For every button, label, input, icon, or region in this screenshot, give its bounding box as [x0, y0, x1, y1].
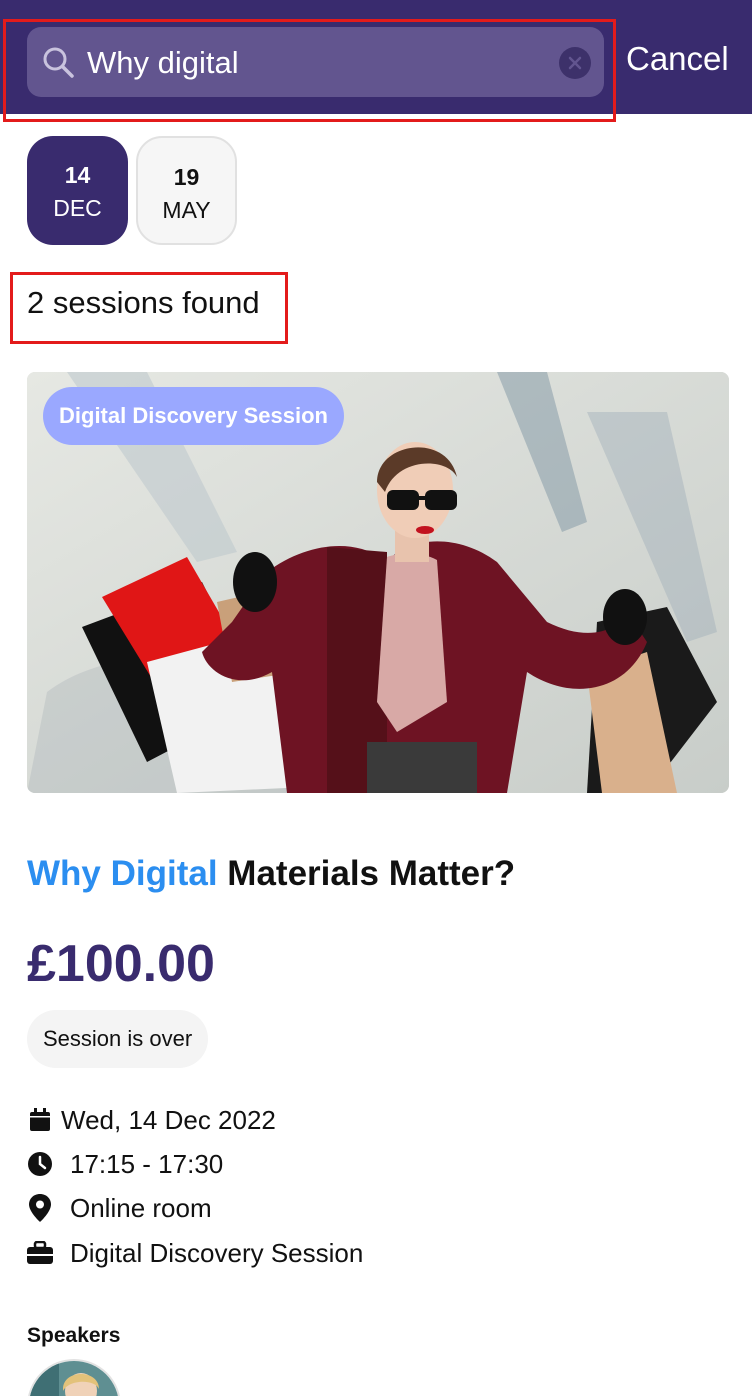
session-title-highlight: Why Digital [27, 854, 218, 893]
session-date-row: Wed, 14 Dec 2022 [27, 1103, 276, 1137]
date-chip-day: 19 [173, 164, 200, 190]
calendar-icon [27, 1106, 53, 1134]
date-chip-19-may[interactable]: 19 MAY [136, 136, 237, 245]
speaker-photo [29, 1361, 119, 1396]
date-chip-day: 14 [64, 162, 91, 188]
session-title-rest: Materials Matter? [217, 854, 516, 893]
speaker-avatar[interactable] [27, 1359, 121, 1396]
session-track-tag: Digital Discovery Session [43, 387, 344, 445]
clock-icon [27, 1150, 53, 1178]
session-location: Online room [70, 1192, 212, 1223]
results-highlight-box [10, 272, 288, 344]
search-highlight-box [3, 19, 616, 122]
speakers-heading: Speakers [27, 1324, 121, 1347]
session-time: 17:15 - 17:30 [70, 1148, 224, 1179]
briefcase-icon [27, 1239, 53, 1267]
status-badge: Session is over [27, 1010, 209, 1068]
session-date: Wed, 14 Dec 2022 [61, 1104, 276, 1135]
date-chip-14-dec[interactable]: 14 DEC [27, 136, 128, 245]
session-title[interactable]: Why Digital Materials Matter? [27, 854, 515, 894]
session-price: £100.00 [27, 935, 215, 993]
date-chip-month: DEC [53, 195, 102, 221]
date-chip-month: MAY [162, 197, 211, 223]
session-track-row: Digital Discovery Session [27, 1236, 363, 1270]
session-track: Digital Discovery Session [70, 1237, 364, 1268]
location-pin-icon [27, 1194, 53, 1222]
session-time-row: 17:15 - 17:30 [27, 1147, 223, 1181]
session-location-row: Online room [27, 1191, 212, 1225]
cancel-button[interactable]: Cancel [626, 40, 729, 78]
